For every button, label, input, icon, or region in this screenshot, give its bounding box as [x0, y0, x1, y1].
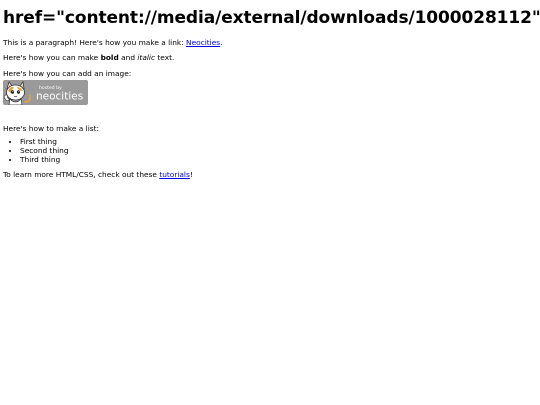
list-item: Third thing	[20, 155, 537, 164]
paragraph-tutorials: To learn more HTML/CSS, check out these …	[3, 170, 537, 179]
list-item: Second thing	[20, 146, 537, 155]
formatting-text-before: Here's how you can make	[3, 53, 101, 62]
paragraph-link-text: This is a paragraph! Here's how you make…	[3, 38, 187, 47]
paragraph-list: Here's how to make a list:	[3, 124, 99, 133]
paragraph-image: Here's how you can add an image:	[3, 69, 132, 78]
bold-text: bold	[100, 53, 119, 62]
paragraph-formatting: Here's how you can make bold and italic …	[3, 53, 537, 62]
page-title: href="content://media/external/downloads…	[3, 8, 540, 28]
example-list: First thing Second thing Third thing	[3, 137, 537, 164]
hosted-by-neocities-badge: hosted by neocities	[3, 80, 88, 105]
tutorials-text-before: To learn more HTML/CSS, check out these	[3, 170, 160, 179]
badge-brand-text: neocities	[36, 91, 83, 103]
neocities-link[interactable]: Neocities	[186, 38, 220, 47]
paragraph-link: This is a paragraph! Here's how you make…	[3, 38, 537, 47]
paragraph-link-period: .	[220, 38, 223, 47]
italic-text: italic	[137, 53, 156, 62]
formatting-text-after: text.	[155, 53, 175, 62]
formatting-text-and: and	[118, 53, 138, 62]
tutorials-link[interactable]: tutorials	[159, 170, 190, 179]
page-content: href="content://media/external/downloads…	[3, 0, 540, 179]
list-item: First thing	[20, 137, 537, 146]
tutorials-text-after: !	[189, 170, 193, 179]
